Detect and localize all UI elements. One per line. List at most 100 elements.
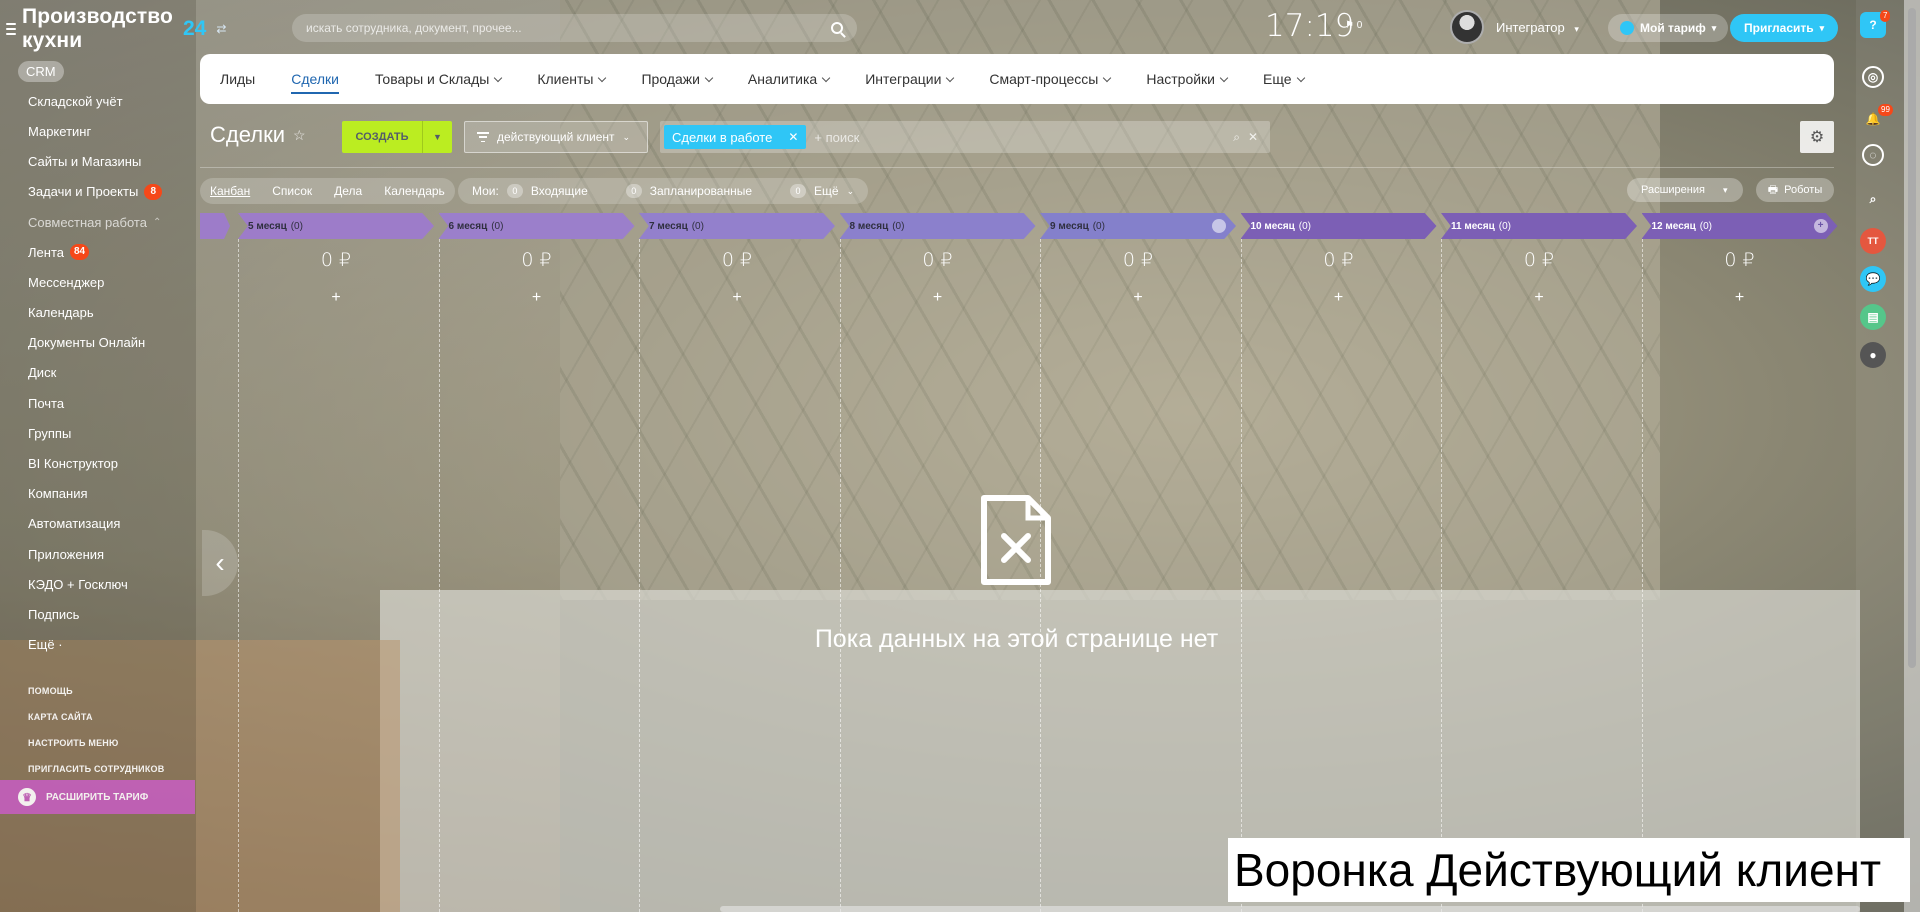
sidebar-item[interactable]: Автоматизация xyxy=(0,509,196,539)
menu-icon[interactable] xyxy=(6,23,16,35)
stage-header[interactable]: 12 месяц (0) + xyxy=(1641,213,1838,239)
nav-tab[interactable]: Сделки xyxy=(291,54,339,104)
logo[interactable]: Производство кухни 24 ⇄ xyxy=(6,5,226,52)
sidebar-item[interactable]: Совместная работа ⌃ xyxy=(0,207,196,237)
sidebar-item[interactable]: Документы Онлайн xyxy=(0,328,196,358)
chevron-down-icon[interactable]: ⌄ xyxy=(847,186,855,197)
user-menu[interactable]: Интегратор ▾ xyxy=(1496,20,1579,35)
sidebar-item[interactable]: Приложения xyxy=(0,539,196,569)
nav-tab[interactable]: Лиды xyxy=(220,54,255,104)
stage-header[interactable]: 7 месяц (0) xyxy=(639,213,835,239)
nav-tab[interactable]: Клиенты xyxy=(537,54,607,104)
sidebar-item[interactable]: Задачи и Проекты 8 xyxy=(0,177,196,207)
filter-search-box[interactable]: Сделки в работе ✕ ⌕ ✕ xyxy=(660,121,1270,153)
sidebar-item[interactable]: Ещё · xyxy=(0,630,196,660)
view-tab[interactable]: Дела xyxy=(334,184,362,198)
close-icon[interactable]: ✕ xyxy=(788,130,798,144)
stage-header[interactable]: 11 месяц (0) xyxy=(1441,213,1637,239)
open-lines-icon[interactable]: ◎ xyxy=(1862,66,1884,88)
avatar-initials[interactable]: ТТ xyxy=(1860,228,1886,254)
nav-tab[interactable]: Настройки xyxy=(1146,54,1229,104)
funnel-selector[interactable]: действующий клиент ⌄ xyxy=(464,121,648,153)
stage-header[interactable]: 5 месяц (0) xyxy=(238,213,434,239)
star-icon[interactable]: ☆ xyxy=(293,127,306,144)
rail-search-icon[interactable]: ⌕ xyxy=(1860,186,1886,212)
sidebar-item[interactable]: Складской учёт xyxy=(0,86,196,116)
sidebar-item[interactable]: Диск xyxy=(0,358,196,388)
sidebar-item[interactable]: Мессенджер xyxy=(0,267,196,297)
robots-button[interactable]: 🖶 Роботы xyxy=(1756,178,1834,202)
extensions-button[interactable]: Расширения ▾ xyxy=(1627,178,1743,202)
clock[interactable]: 17:19 xyxy=(1265,8,1354,44)
gear-icon[interactable]: ⚙ xyxy=(1800,121,1834,153)
add-deal-icon[interactable]: + xyxy=(1040,289,1236,307)
search-icon[interactable]: ⌕ xyxy=(1233,130,1240,145)
filter-chip[interactable]: Сделки в работе ✕ xyxy=(664,125,807,149)
sidebar-item[interactable]: Группы xyxy=(0,418,196,448)
nav-tab[interactable]: Аналитика xyxy=(748,54,831,104)
add-stage-icon[interactable]: + xyxy=(1813,219,1828,233)
incoming-link[interactable]: Входящие xyxy=(531,184,588,198)
nav-tab[interactable]: Товары и Склады xyxy=(375,54,503,104)
user-avatar[interactable] xyxy=(1450,10,1484,44)
notes-icon[interactable]: ▤ xyxy=(1860,304,1886,330)
stage-header[interactable]: 8 месяц (0) xyxy=(839,213,1036,239)
global-search[interactable] xyxy=(292,14,857,42)
stage-header[interactable]: 6 месяц (0) xyxy=(438,213,635,239)
nav-tab[interactable]: Продажи xyxy=(641,54,714,104)
contact-avatar[interactable]: ● xyxy=(1860,342,1886,368)
sidebar-item[interactable]: CRM xyxy=(0,56,196,86)
more-link[interactable]: Ещё xyxy=(814,184,839,198)
chevron-down-icon[interactable]: ▼ xyxy=(422,121,452,153)
stage-header[interactable]: 9 месяц (0) xyxy=(1040,213,1236,239)
messenger-icon[interactable]: 💬 xyxy=(1860,266,1886,292)
invite-button[interactable]: Пригласить ▾ xyxy=(1730,14,1839,42)
sidebar-item[interactable]: Календарь xyxy=(0,298,196,328)
search-icon[interactable] xyxy=(831,22,843,34)
sidebar-item[interactable]: Маркетинг xyxy=(0,116,196,146)
vertical-scrollbar[interactable] xyxy=(1904,0,1920,912)
incoming-count[interactable]: 0 xyxy=(506,184,523,198)
nav-tab[interactable]: Смарт-процессы xyxy=(989,54,1112,104)
sidebar-item[interactable]: Подпись xyxy=(0,599,196,629)
add-deal-icon[interactable]: + xyxy=(1642,289,1838,307)
nav-tab[interactable]: Еще xyxy=(1263,54,1305,104)
my-tariff-button[interactable]: Мой тариф ▾ xyxy=(1608,14,1729,42)
previous-stage-cap[interactable] xyxy=(200,213,230,239)
scroll-thumb[interactable] xyxy=(1908,8,1916,668)
sidebar-item[interactable]: КЭДО + Госключ xyxy=(0,569,196,599)
swap-icon[interactable]: ⇄ xyxy=(216,22,226,36)
nav-tab[interactable]: Интеграции xyxy=(865,54,955,104)
horizontal-scrollbar[interactable] xyxy=(720,906,1860,912)
planned-link[interactable]: Запланированные xyxy=(650,184,752,198)
view-tab[interactable]: Календарь xyxy=(384,184,445,198)
sidebar-item[interactable]: Почта xyxy=(0,388,196,418)
add-deal-icon[interactable]: + xyxy=(1441,289,1637,307)
chevron-up-icon[interactable]: ⌃ xyxy=(153,217,161,228)
clear-icon[interactable]: ✕ xyxy=(1248,130,1258,144)
view-tab[interactable]: Список xyxy=(272,184,312,198)
sidebar-item[interactable]: Компания xyxy=(0,479,196,509)
filter-input[interactable] xyxy=(814,129,1226,145)
view-tab[interactable]: Канбан xyxy=(210,184,250,198)
more-count[interactable]: 0 xyxy=(790,184,806,198)
stage-settings-icon[interactable] xyxy=(1212,219,1226,233)
sidebar-item[interactable]: BI Конструктор xyxy=(0,448,196,478)
add-deal-icon[interactable]: + xyxy=(639,289,835,307)
add-deal-icon[interactable]: + xyxy=(439,289,635,307)
sidebar-link[interactable]: ПРИГЛАСИТЬ СОТРУДНИКОВ xyxy=(28,756,164,782)
sidebar-item[interactable]: Сайты и Магазины xyxy=(0,147,196,177)
expand-tariff-button[interactable]: ♛ РАСШИРИТЬ ТАРИФ xyxy=(0,780,195,814)
sidebar-link[interactable]: КАРТА САЙТА xyxy=(28,704,164,730)
sidebar-link[interactable]: ПОМОЩЬ xyxy=(28,678,164,704)
add-deal-icon[interactable]: + xyxy=(840,289,1036,307)
add-deal-icon[interactable]: + xyxy=(1241,289,1437,307)
add-deal-icon[interactable]: + xyxy=(238,289,434,307)
sidebar-item[interactable]: Лента 84 xyxy=(0,237,196,267)
search-input[interactable] xyxy=(306,21,831,35)
chat-icon[interactable]: ◌ xyxy=(1862,144,1884,166)
stage-header[interactable]: 10 месяц (0) xyxy=(1240,213,1437,239)
flag-counter[interactable]: ⚑ 0 xyxy=(1345,20,1362,31)
planned-count[interactable]: 0 xyxy=(625,184,642,198)
sidebar-link[interactable]: НАСТРОИТЬ МЕНЮ xyxy=(28,730,164,756)
